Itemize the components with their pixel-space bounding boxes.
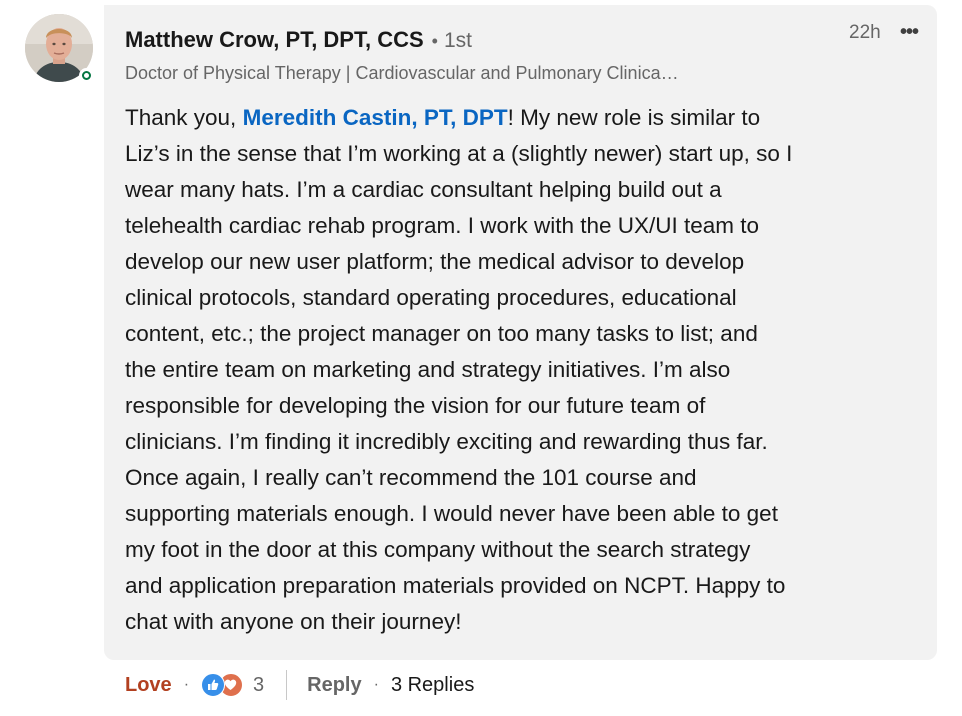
author-headline: Doctor of Physical Therapy | Cardiovascu… (125, 63, 679, 83)
separator-dot: · (183, 676, 190, 693)
body-line: the entire team on marketing and strateg… (125, 357, 731, 382)
separator-dot: • (431, 31, 438, 51)
body-line: telehealth cardiac rehab program. I work… (125, 213, 760, 238)
comment: Matthew Crow, PT, DPT, CCS • 1st Doctor of… (0, 0, 962, 716)
body-line: develop our new user platform; the medic… (125, 249, 745, 274)
like-icon (201, 673, 226, 697)
author-name[interactable]: Matthew Crow, PT, DPT, CCS (125, 27, 424, 52)
online-status-badge (79, 68, 94, 83)
divider (286, 670, 288, 700)
love-reaction-button[interactable]: Love (125, 674, 172, 697)
body-text-suffix: ! My new role is similar to (507, 105, 761, 130)
body-line: supporting materials enough. I would nev… (125, 501, 778, 526)
comment-actions: Love · 3 Reply · 3 Replies (125, 668, 474, 702)
reaction-count[interactable]: 3 (253, 674, 264, 697)
body-line: my foot in the door at this company with… (125, 537, 751, 562)
mention-link[interactable]: Meredith Castin, PT, DPT (243, 105, 508, 130)
reply-button[interactable]: Reply (307, 674, 361, 697)
more-options-button[interactable]: ••• (894, 19, 924, 45)
body-line: clinicians. I’m finding it incredibly ex… (125, 429, 768, 454)
body-line: Once again, I really can’t recommend the… (125, 465, 697, 490)
online-dot-icon (82, 71, 91, 80)
view-replies-link[interactable]: 3 Replies (391, 674, 474, 697)
body-line: Liz’s in the sense that I’m working at a… (125, 141, 793, 166)
body-line: chat with anyone on their journey! (125, 609, 462, 634)
author-line: Matthew Crow, PT, DPT, CCS • 1st (125, 24, 472, 59)
comment-body: Thank you, Meredith Castin, PT, DPT! My … (125, 100, 915, 640)
body-line: responsible for developing the vision fo… (125, 393, 706, 418)
body-line: content, etc.; the project manager on to… (125, 321, 758, 346)
reactions-summary[interactable] (201, 671, 249, 699)
body-line: and application preparation materials pr… (125, 573, 786, 598)
body-text-prefix: Thank you, (125, 105, 243, 130)
connection-degree: 1st (443, 29, 472, 52)
body-line: Thank you, Meredith Castin, PT, DPT! My … (125, 100, 915, 136)
body-line: clinical protocols, standard operating p… (125, 285, 737, 310)
timestamp: 22h (849, 22, 881, 43)
separator-dot: · (373, 676, 379, 693)
body-line: wear many hats. I’m a cardiac consultant… (125, 177, 722, 202)
